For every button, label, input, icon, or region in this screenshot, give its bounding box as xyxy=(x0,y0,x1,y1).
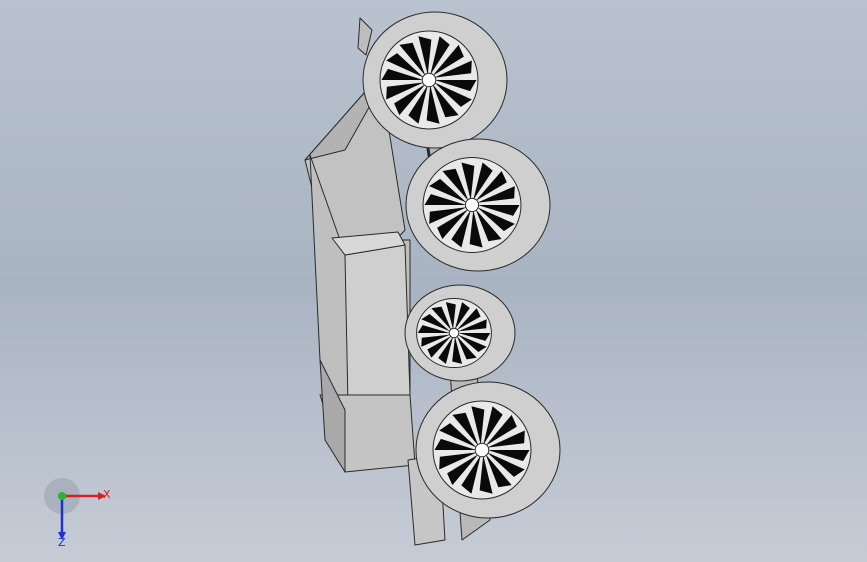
wheel-2[interactable] xyxy=(405,138,551,272)
battery-box xyxy=(344,244,411,406)
wheel-3[interactable] xyxy=(404,284,516,382)
wheel-1[interactable] xyxy=(362,11,508,149)
axis-triad: X Z xyxy=(44,478,111,548)
wheel-4[interactable] xyxy=(415,381,561,519)
3d-viewport[interactable]: X Z xyxy=(0,0,867,562)
hub xyxy=(421,72,437,88)
hub xyxy=(464,197,480,213)
hub xyxy=(448,327,460,339)
y-axis-dot xyxy=(58,492,66,500)
z-axis-label: Z xyxy=(58,536,66,548)
hub xyxy=(474,442,490,458)
rover-model[interactable] xyxy=(0,0,867,562)
x-axis-label: X xyxy=(103,488,111,501)
